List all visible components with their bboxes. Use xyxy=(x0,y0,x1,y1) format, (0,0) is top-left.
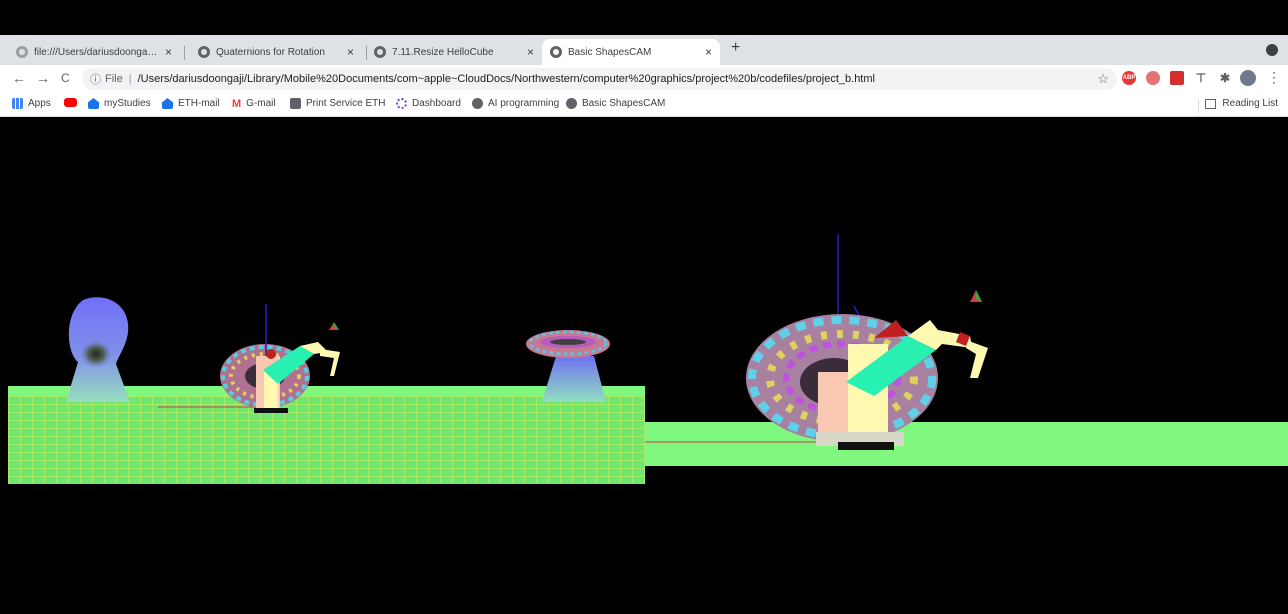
tab-file[interactable]: file:///Users/dariusdoongaji/Libr × xyxy=(8,39,180,65)
info-icon[interactable]: ⓘ xyxy=(90,71,101,87)
puzzle-icon[interactable]: ✱ xyxy=(1218,71,1232,85)
bookmark-youtube[interactable] xyxy=(64,98,82,107)
tab-label: Basic ShapesCAM xyxy=(568,46,652,58)
webgl-canvas[interactable] xyxy=(8,124,1288,614)
gmail-icon: M xyxy=(232,98,242,110)
bookmark-label: Dashboard xyxy=(412,98,461,109)
ground-grid xyxy=(8,396,645,484)
eth-building-icon xyxy=(88,98,99,109)
globe-icon xyxy=(566,98,577,109)
scheme-label: File xyxy=(105,73,123,85)
pin-extension-icon[interactable]: ⊤ xyxy=(1194,71,1208,85)
tab-separator xyxy=(184,46,185,60)
reading-list-button[interactable]: Reading List xyxy=(1205,98,1278,109)
tab-label: file:///Users/dariusdoongaji/Libr xyxy=(34,46,159,58)
dashboard-icon xyxy=(396,98,407,109)
file-icon xyxy=(16,46,28,58)
bookmark-label: Apps xyxy=(28,98,51,109)
bookmark-label: AI programming xyxy=(488,98,560,109)
bookmark-apps[interactable]: Apps xyxy=(12,98,51,109)
profile-avatar-icon[interactable] xyxy=(1240,70,1256,86)
apps-grid-icon xyxy=(12,98,23,109)
globe-icon xyxy=(374,46,386,58)
url-text: /Users/dariusdoongaji/Library/Mobile%20D… xyxy=(137,73,875,85)
bookmark-label: G-mail xyxy=(246,98,276,109)
tab-strip: file:///Users/dariusdoongaji/Libr × Quat… xyxy=(0,35,1288,65)
tab-basic-shapescam[interactable]: Basic ShapesCAM × xyxy=(542,39,720,65)
bookmark-label: ETH-mail xyxy=(178,98,220,109)
bookmark-label: Print Service ETH xyxy=(306,98,386,109)
eth-building-icon xyxy=(162,98,173,109)
printer-icon xyxy=(290,98,301,109)
left-viewport xyxy=(8,297,645,484)
blob-object xyxy=(66,297,130,402)
browser-menu-button[interactable]: ⋮ xyxy=(1267,69,1281,86)
tab-label: 7.11.Resize HelloCube xyxy=(392,46,494,58)
browser-toolbar: ← → C ⓘ File | /Users/dariusdoongaji/Lib… xyxy=(0,65,1288,93)
right-viewport xyxy=(645,234,1288,466)
reading-list-icon xyxy=(1205,98,1217,109)
address-bar[interactable]: ⓘ File | /Users/dariusdoongaji/Library/M… xyxy=(82,68,1117,90)
pdf-extension-icon[interactable] xyxy=(1170,71,1184,85)
reload-button[interactable]: C xyxy=(61,71,70,85)
bookmarks-bar: Apps myStudies ETH-mail M G-mail Print S… xyxy=(0,93,1288,117)
bookmark-eth-mail[interactable]: ETH-mail xyxy=(162,98,220,109)
screen-top-bar xyxy=(0,0,1288,35)
3d-scene xyxy=(8,234,1288,484)
bookmark-star-icon[interactable]: ☆ xyxy=(1097,71,1109,87)
ground-plane-right xyxy=(645,422,1288,466)
bookmark-ai-programming[interactable]: AI programming xyxy=(472,98,559,109)
adblock-icon[interactable]: ABP xyxy=(1122,71,1136,85)
tab-resize-hellocube[interactable]: 7.11.Resize HelloCube × xyxy=(366,39,542,65)
tab-quaternions[interactable]: Quaternions for Rotation × xyxy=(190,39,362,65)
bookmark-print-service[interactable]: Print Service ETH xyxy=(290,98,385,109)
tab-label: Quaternions for Rotation xyxy=(216,46,325,58)
close-icon[interactable]: × xyxy=(165,45,172,59)
bookmark-label: myStudies xyxy=(104,98,151,109)
bookmark-basic-shapescam[interactable]: Basic ShapesCAM xyxy=(566,98,665,109)
bookmark-label: Basic ShapesCAM xyxy=(582,98,666,109)
omnibox-divider: | xyxy=(128,73,132,85)
close-icon[interactable]: × xyxy=(527,45,534,59)
forward-button[interactable]: → xyxy=(36,70,50,86)
reading-list-label: Reading List xyxy=(1222,98,1278,109)
youtube-icon xyxy=(64,98,77,107)
bookmark-mystudies[interactable]: myStudies xyxy=(88,98,151,109)
bookmarks-divider xyxy=(1198,99,1199,113)
shield-extension-icon[interactable] xyxy=(1146,71,1160,85)
tab-search-icon[interactable] xyxy=(1266,44,1278,56)
bookmark-dashboard[interactable]: Dashboard xyxy=(396,98,461,109)
bookmark-gmail[interactable]: M G-mail xyxy=(232,98,276,110)
close-icon[interactable]: × xyxy=(347,45,354,59)
new-tab-button[interactable]: + xyxy=(731,39,740,57)
close-icon[interactable]: × xyxy=(705,45,712,59)
globe-icon xyxy=(550,46,562,58)
globe-icon xyxy=(472,98,483,109)
back-button[interactable]: ← xyxy=(12,70,26,86)
globe-icon xyxy=(198,46,210,58)
